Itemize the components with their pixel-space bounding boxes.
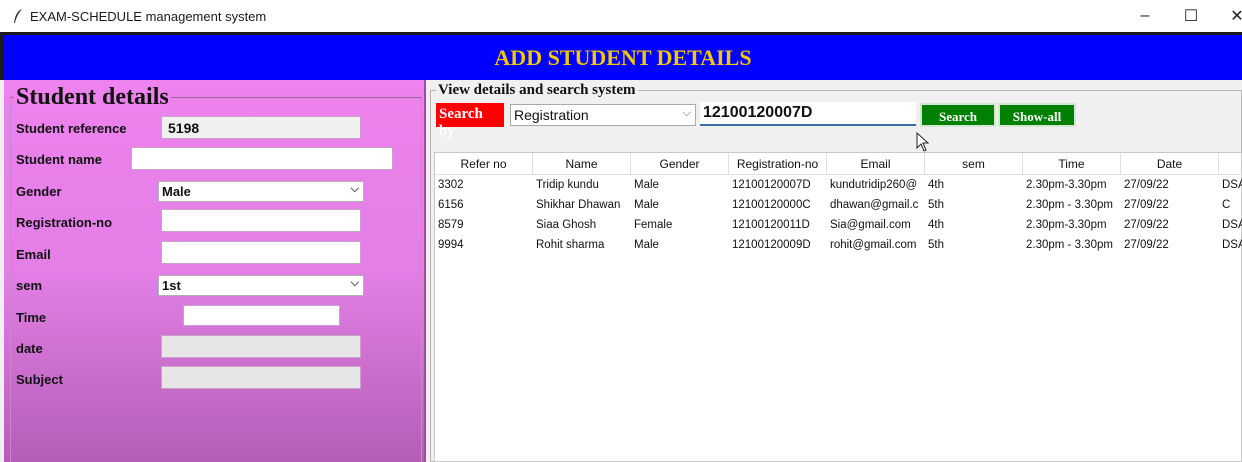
window-title: EXAM-SCHEDULE management system [30,9,267,24]
table-cell: 27/09/22 [1124,199,1169,211]
gender-select-value: Male [162,184,191,199]
chevron-down-icon: ⌵ [350,183,359,195]
table-cell: 9994 [438,239,464,251]
search-by-value: Registration [514,107,589,123]
table-cell: Shikhar Dhawan [536,199,621,211]
table-cell: 12100120007D [732,179,811,191]
date-field[interactable] [161,335,361,358]
column-header[interactable]: Name [533,153,631,175]
feather-icon [14,9,22,23]
table-cell: 27/09/22 [1124,239,1169,251]
subject-label: Subject [16,372,63,387]
table-cell: dhawan@gmail.c [830,199,919,211]
column-header[interactable] [1219,153,1242,175]
table-cell: DSA [1222,179,1242,191]
table-cell: Male [634,239,659,251]
table-cell: 4th [928,219,944,231]
sem-select-value: 1st [162,278,181,293]
page-header: ADD STUDENT DETAILS [0,32,1242,80]
subject-field[interactable] [161,366,361,389]
table-cell: Siaa Ghosh [536,219,597,231]
search-panel: View details and search system Search by… [426,80,1242,462]
table-cell: Sia@gmail.com [830,219,911,231]
search-input[interactable]: 12100120007D [700,102,916,126]
chevron-down-icon: ⌵ [350,277,359,289]
table-cell: 3302 [438,179,464,191]
table-cell: Rohit sharma [536,239,605,251]
table-cell: Female [634,219,673,231]
table-cell: DSA [1222,239,1242,251]
date-label: date [16,341,43,356]
time-label: Time [16,310,47,325]
column-header[interactable]: Gender [631,153,729,175]
registration-field[interactable] [161,209,361,232]
table-cell: 6156 [438,199,464,211]
table-row[interactable]: 8579 Siaa Ghosh Female 12100120011D Sia@… [435,216,1242,236]
table-cell: 12100120009D [732,239,811,251]
table-cell: 27/09/22 [1124,219,1169,231]
window-titlebar: EXAM-SCHEDULE management system – ☐ ✕ [0,0,1242,32]
table-cell: 5th [928,239,944,251]
sem-select[interactable]: 1st ⌵ [158,275,364,296]
column-header[interactable]: Registration-no [729,153,827,175]
table-row[interactable]: 6156 Shikhar Dhawan Male 12100120000C dh… [435,196,1242,216]
column-header[interactable]: Time [1023,153,1121,175]
table-header: Refer no Name Gender Registration-no Ema… [435,153,1242,175]
search-button[interactable]: Search [920,103,996,127]
table-cell: 2.30pm-3.30pm [1026,219,1107,231]
table-cell: C [1222,199,1231,211]
gender-label: Gender [16,184,62,199]
gender-select[interactable]: Male ⌵ [158,181,364,202]
table-cell: 5th [928,199,944,211]
table-row[interactable]: 3302 Tridip kundu Male 12100120007D kund… [435,176,1242,196]
reference-field[interactable]: 5198 [161,116,361,139]
chevron-down-icon: ⌵ [682,107,691,119]
sem-label: sem [16,278,43,293]
table-cell: 2.30pm-3.30pm [1026,179,1107,191]
table-cell: 4th [928,179,944,191]
table-cell: 12100120000C [732,199,811,211]
email-field[interactable] [161,241,361,264]
table-cell: kundutridip260@ [830,179,918,191]
name-label: Student name [16,152,102,167]
table-cell: 2.30pm - 3.30pm [1026,239,1113,251]
table-cell: DSA [1222,219,1242,231]
table-cell: rohit@gmail.com [830,239,917,251]
student-table[interactable]: Refer no Name Gender Registration-no Ema… [434,152,1242,462]
minimize-button[interactable]: – [1122,0,1168,32]
table-cell: 27/09/22 [1124,179,1169,191]
name-field[interactable] [131,147,393,170]
column-header[interactable]: sem [925,153,1023,175]
column-header[interactable]: Refer no [435,153,533,175]
show-all-button[interactable]: Show-all [998,103,1076,127]
table-row[interactable]: 9994 Rohit sharma Male 12100120009D rohi… [435,236,1242,256]
close-button[interactable]: ✕ [1214,0,1242,32]
table-cell: 8579 [438,219,464,231]
search-by-select[interactable]: Registration ⌵ [510,104,696,126]
student-details-panel: Student details Student reference 5198 S… [4,80,426,462]
search-legend: View details and search system [436,82,638,99]
search-by-label: Search by [436,103,504,139]
table-cell: 12100120011D [732,219,810,231]
table-cell: Male [634,179,659,191]
column-header[interactable]: Email [827,153,925,175]
reference-label: Student reference [16,121,127,136]
student-details-legend: Student details [14,84,171,111]
registration-label: Registration-no [16,215,113,230]
column-header[interactable]: Date [1121,153,1219,175]
table-cell: Male [634,199,659,211]
email-label: Email [16,247,51,262]
page-title: ADD STUDENT DETAILS [494,45,752,70]
table-cell: Tridip kundu [536,179,599,191]
mouse-cursor-icon [916,132,930,152]
maximize-button[interactable]: ☐ [1168,0,1214,32]
table-cell: 2.30pm - 3.30pm [1026,199,1113,211]
time-field[interactable] [183,305,340,326]
